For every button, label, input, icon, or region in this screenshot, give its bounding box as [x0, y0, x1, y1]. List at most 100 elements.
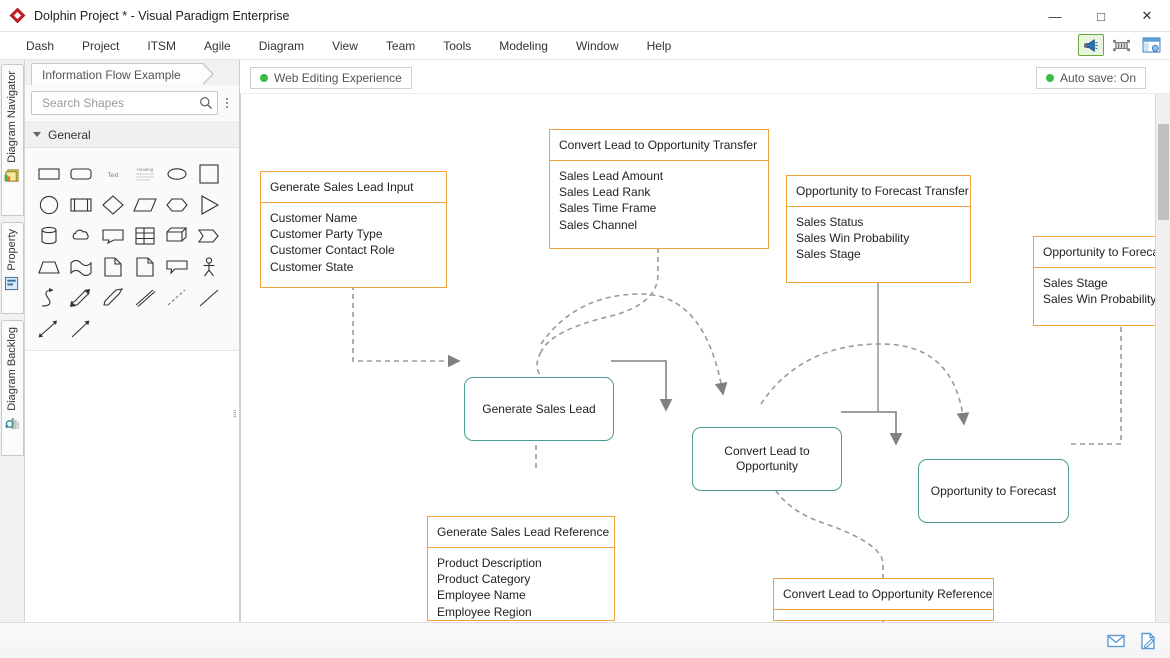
document-tab[interactable]: Information Flow Example [31, 63, 214, 85]
palette-empty-area [25, 350, 239, 658]
diagram-canvas[interactable]: Generate Sales Lead Input Customer Name Cu… [240, 94, 1170, 643]
svg-text:Text: Text [107, 173, 118, 179]
dashed-line-shape[interactable] [161, 282, 193, 313]
rounded-rectangle-shape[interactable] [65, 158, 97, 189]
diamond-shape[interactable] [97, 189, 129, 220]
web-editing-badge[interactable]: Web Editing Experience [250, 67, 412, 89]
maximize-button[interactable]: □ [1078, 0, 1124, 32]
announce-button[interactable] [1078, 34, 1104, 56]
cylinder-shape[interactable] [33, 220, 65, 251]
process-node-opportunity-to-forecast[interactable]: Opportunity to Forecast [918, 459, 1069, 523]
menu-item-tools[interactable]: Tools [429, 35, 485, 57]
search-icon[interactable] [199, 96, 213, 110]
information-item-convert-lead-to-opportunity-transfer[interactable]: Convert Lead to Opportunity Transfer Sale… [549, 129, 769, 249]
double-headed-arrow-shape[interactable] [33, 313, 65, 344]
double-arrow-shape[interactable] [65, 282, 97, 313]
dock-tab-diagram-navigator[interactable]: Diagram Navigator [0, 64, 24, 216]
vertical-scrollbar[interactable] [1155, 94, 1170, 643]
dock-tab-diagram-backlog[interactable]: Diagram Backlog [0, 320, 24, 456]
process-node-label: Convert Lead to Opportunity [724, 444, 810, 473]
arrow-pentagon-shape[interactable] [193, 220, 225, 251]
note-edit-icon[interactable] [1138, 631, 1158, 651]
menu-item-dash[interactable]: Dash [12, 35, 68, 57]
information-item-title: Generate Sales Lead Reference [428, 517, 614, 548]
heading-text-shape[interactable]: Heading [129, 158, 161, 189]
vertical-scroll-thumb[interactable] [1158, 124, 1169, 220]
close-button[interactable]: ✕ [1124, 0, 1170, 32]
triangle-right-shape[interactable] [193, 189, 225, 220]
process-node-label: Opportunity to Forecast [930, 483, 1057, 498]
ellipse-shape[interactable] [161, 158, 193, 189]
process-node-generate-sales-lead[interactable]: Generate Sales Lead [464, 377, 614, 441]
information-item-attribute: Sales Stage [796, 247, 861, 262]
process-node-convert-lead-to-opportunity[interactable]: Convert Lead to Opportunity [692, 427, 842, 491]
information-item-attributes: Sales Stage Sales Win Probability [1034, 268, 1170, 315]
title-bar: Dolphin Project * - Visual Paradigm Ente… [0, 0, 1170, 32]
information-item-opportunity-to-forecast-transfer[interactable]: Opportunity to Forecast Transfer Sales St… [786, 175, 971, 283]
wave-shape[interactable] [65, 251, 97, 282]
information-item-opportunity-to-forecast-input[interactable]: Opportunity to Forecast InputSales Stage… [1033, 236, 1170, 326]
minimize-button[interactable]: — [1032, 0, 1078, 32]
canvas-toolbar [1078, 34, 1164, 56]
menu-item-view[interactable]: View [318, 35, 372, 57]
information-item-generate-sales-lead-input[interactable]: Generate Sales Lead Input Customer Name Cu… [260, 171, 447, 288]
cloud-shape[interactable] [65, 220, 97, 251]
circle-shape[interactable] [33, 189, 65, 220]
information-item-attribute: Sales Lead Rank [559, 185, 651, 200]
simple-arrow-shape[interactable] [65, 313, 97, 344]
block-arrow-shape[interactable] [97, 282, 129, 313]
menu-item-modeling[interactable]: Modeling [485, 35, 562, 57]
text-shape[interactable]: Text [97, 158, 129, 189]
dock-tab-label: Diagram Navigator [6, 71, 18, 163]
shape-grid: Text Heading [25, 148, 239, 350]
folded-corner-shape[interactable] [129, 251, 161, 282]
document-shape[interactable] [97, 251, 129, 282]
menu-item-project[interactable]: Project [68, 35, 133, 57]
information-item-attribute: Customer Contact Role [270, 243, 395, 258]
web-editing-label: Web Editing Experience [274, 71, 402, 85]
plain-line-shape[interactable] [193, 282, 225, 313]
menu-item-itsm[interactable]: ITSM [133, 35, 190, 57]
menu-item-agile[interactable]: Agile [190, 35, 245, 57]
panel-layout-button[interactable] [1138, 34, 1164, 56]
status-bar [0, 622, 1170, 658]
square-shape[interactable] [193, 158, 225, 189]
information-item-convert-lead-to-opportunity-reference[interactable]: Convert Lead to Opportunity Reference [773, 578, 994, 621]
information-item-generate-sales-lead-reference[interactable]: Generate Sales Lead Reference Product Des… [427, 516, 615, 621]
search-input[interactable] [40, 95, 199, 111]
actor-shape[interactable] [193, 251, 225, 282]
curved-connector-shape[interactable] [33, 282, 65, 313]
search-shapes-box[interactable] [31, 91, 218, 115]
menu-item-diagram[interactable]: Diagram [245, 35, 318, 57]
palette-group-general[interactable]: General [25, 122, 239, 148]
diagram-backlog-icon [4, 416, 21, 432]
rectangle-shape[interactable] [33, 158, 65, 189]
callout-shape[interactable] [97, 220, 129, 251]
double-line-shape[interactable] [129, 282, 161, 313]
cube-shape[interactable] [161, 220, 193, 251]
caret-down-icon[interactable] [33, 132, 41, 137]
process-shape[interactable] [65, 189, 97, 220]
autosave-label: Auto save: On [1059, 71, 1136, 85]
information-item-attributes: Sales Status Sales Win Probability Sales S… [787, 207, 970, 271]
information-item-attribute: Employee Region [437, 604, 532, 619]
autosave-badge[interactable]: Auto save: On [1035, 67, 1146, 89]
information-item-attribute: Customer Name [270, 211, 358, 225]
parallelogram-shape[interactable] [129, 189, 161, 220]
fit-diagram-button[interactable] [1108, 34, 1134, 56]
dock-tab-property[interactable]: Property [0, 222, 24, 314]
panel-splitter-handle[interactable]: ⦙⦙ [233, 409, 237, 420]
trapezoid-shape[interactable] [33, 251, 65, 282]
information-item-attribute: Customer State [270, 259, 354, 274]
information-item-attribute: Sales Win Probability [796, 231, 910, 246]
information-item-title: Opportunity to Forecast Transfer [787, 176, 970, 207]
menu-item-team[interactable]: Team [372, 35, 429, 57]
kebab-menu-icon[interactable] [221, 98, 233, 108]
hexagon-shape[interactable] [161, 189, 193, 220]
table-shape[interactable] [129, 220, 161, 251]
menu-item-window[interactable]: Window [562, 35, 633, 57]
information-item-attribute: Sales Lead Amount [559, 169, 664, 183]
menu-item-help[interactable]: Help [633, 35, 686, 57]
speech-bubble-shape[interactable] [161, 251, 193, 282]
message-icon[interactable] [1106, 631, 1126, 651]
